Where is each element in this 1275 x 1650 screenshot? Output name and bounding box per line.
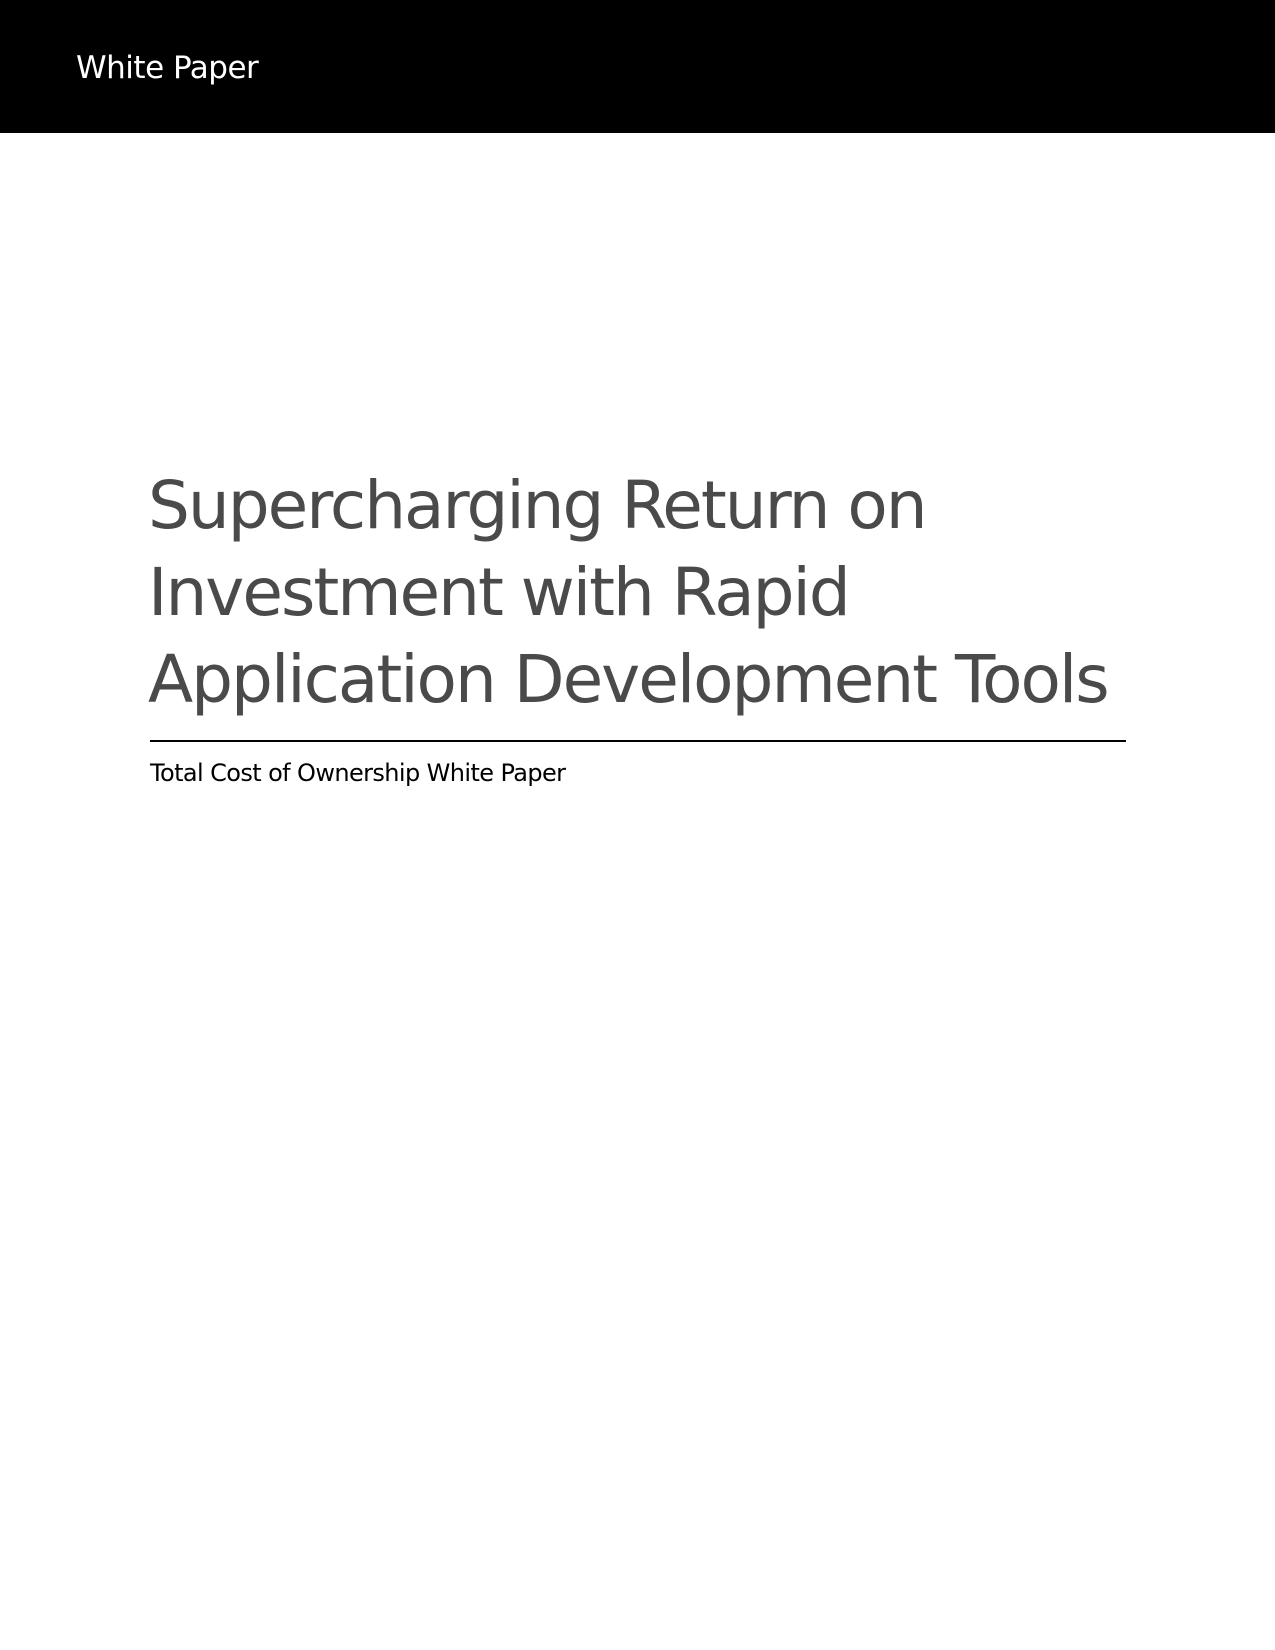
title-block: Supercharging Return on Investment with … — [148, 462, 1138, 723]
header-label: White Paper — [76, 50, 259, 86]
title-divider — [150, 740, 1126, 742]
document-title: Supercharging Return on Investment with … — [148, 462, 1138, 723]
header-bar: White Paper — [0, 0, 1275, 133]
document-title-line-2: Investment with Rapid — [148, 554, 851, 631]
document-title-line-3: Application Development Tools — [148, 641, 1110, 718]
document-title-line-1: Supercharging Return on — [148, 467, 928, 544]
document-subtitle: Total Cost of Ownership White Paper — [150, 759, 566, 787]
